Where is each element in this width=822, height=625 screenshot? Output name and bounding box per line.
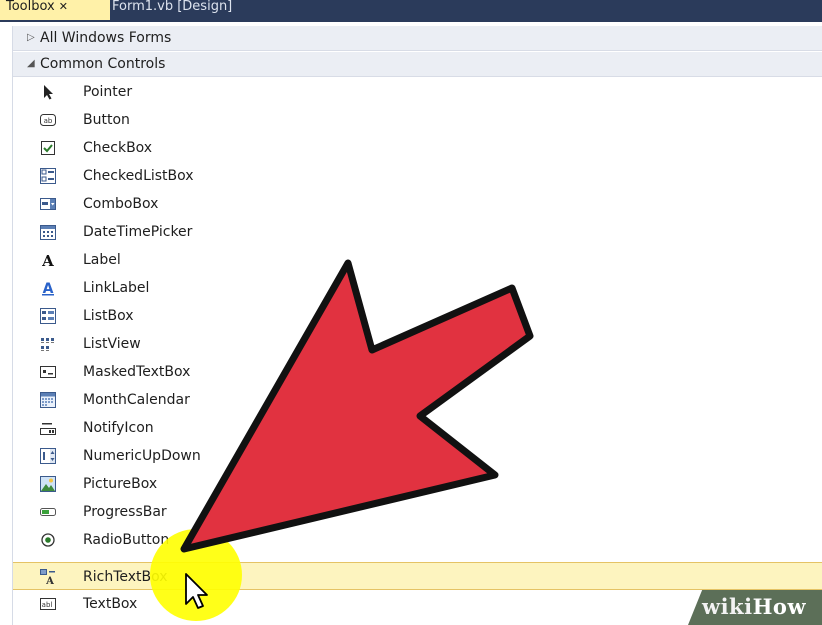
textbox-icon: abl <box>40 598 56 610</box>
numericupdown-icon <box>40 448 56 464</box>
notifyicon-icon <box>40 423 56 435</box>
button-icon: ab <box>40 114 56 126</box>
listbox-icon <box>40 308 56 324</box>
svg-text:A: A <box>45 576 54 585</box>
label-icon: A <box>41 252 54 268</box>
radiobutton-icon <box>41 533 55 547</box>
tab-toolbox[interactable]: Toolbox ✕ <box>0 0 110 20</box>
toolbox-item-richtextbox[interactable]: A RichTextBox <box>13 562 822 590</box>
pointer-icon <box>44 85 53 100</box>
toolbox-item-label: ProgressBar <box>83 504 167 520</box>
group-label: Common Controls <box>40 56 166 72</box>
toolbox-item-label: TextBox <box>83 596 138 612</box>
toolbox-item-label: NumericUpDown <box>83 448 201 464</box>
toolbox-item-label: ComboBox <box>83 196 159 212</box>
svg-text:A: A <box>43 281 54 296</box>
toolbox-item-checkbox[interactable]: CheckBox <box>13 134 822 162</box>
toolbox-item-label: DateTimePicker <box>83 224 193 240</box>
group-common-controls[interactable]: ◢ Common Controls <box>13 52 822 77</box>
toolbox-item-label: RichTextBox <box>83 569 168 585</box>
toolbox-item-button[interactable]: ab Button <box>13 106 822 134</box>
toolbox-item-label: CheckBox <box>83 140 153 156</box>
tab-form1-design-label: Form1.vb [Design] <box>112 0 233 14</box>
expand-triangle-icon[interactable]: ▷ <box>27 26 35 50</box>
toolbox-item-label: Pointer <box>83 84 133 100</box>
svg-text:ab: ab <box>44 117 53 125</box>
toolbox-item-label: Button <box>83 112 130 128</box>
toolbox-item-label: CheckedListBox <box>83 168 194 184</box>
toolbox-item-notifyicon[interactable]: NotifyIcon <box>13 414 822 442</box>
checkedlistbox-icon <box>40 168 56 184</box>
toolbox-item-monthcalendar[interactable]: MonthCalendar <box>13 386 822 414</box>
toolbox-item-label: MaskedTextBox <box>83 364 191 380</box>
toolbox-item-listview[interactable]: ListView <box>13 330 822 358</box>
tab-bar: Toolbox ✕ Form1.vb [Design] <box>0 0 822 22</box>
combobox-icon <box>40 198 56 210</box>
svg-text:A: A <box>41 252 54 268</box>
toolbox-item-datetimepicker[interactable]: DateTimePicker <box>13 218 822 246</box>
toolbox-item-label: Label <box>83 252 121 268</box>
toolbox-item-label: LinkLabel <box>83 280 150 296</box>
richtextbox-icon: A <box>40 569 55 585</box>
toolbox-item-label: NotifyIcon <box>83 420 154 436</box>
monthcalendar-icon <box>40 392 56 408</box>
datetimepicker-icon <box>40 225 56 240</box>
watermark-wiki: wiki <box>702 594 753 619</box>
toolbox-item-combobox[interactable]: ComboBox <box>13 190 822 218</box>
toolbox-item-label-control[interactable]: A Label <box>13 246 822 274</box>
wikihow-watermark: wikiHow <box>702 594 806 619</box>
toolbox-item-pointer[interactable]: Pointer <box>13 78 822 106</box>
picturebox-icon <box>40 476 56 492</box>
group-all-windows-forms[interactable]: ▷ All Windows Forms <box>13 26 822 51</box>
group-label: All Windows Forms <box>40 30 172 46</box>
progressbar-icon <box>40 508 56 516</box>
toolbox-item-label: MonthCalendar <box>83 392 190 408</box>
toolbox-item-picturebox[interactable]: PictureBox <box>13 470 822 498</box>
toolbox-item-progressbar[interactable]: ProgressBar <box>13 498 822 526</box>
tab-toolbox-label: Toolbox <box>6 0 55 14</box>
svg-text:abl: abl <box>42 601 53 609</box>
toolbox-item-label: ListBox <box>83 308 134 324</box>
toolbox-item-linklabel[interactable]: A LinkLabel <box>13 274 822 302</box>
toolbox-item-listbox[interactable]: ListBox <box>13 302 822 330</box>
toolbox-item-label: ListView <box>83 336 141 352</box>
toolbox-item-maskedtextbox[interactable]: MaskedTextBox <box>13 358 822 386</box>
tab-form1-design[interactable]: Form1.vb [Design] <box>106 0 288 20</box>
listview-icon <box>41 338 54 351</box>
toolbox-item-numericupdown[interactable]: NumericUpDown <box>13 442 822 470</box>
toolbox-item-checkedlistbox[interactable]: CheckedListBox <box>13 162 822 190</box>
linklabel-icon: A <box>42 281 54 296</box>
collapse-triangle-icon[interactable]: ◢ <box>27 52 35 76</box>
toolbox-item-label: PictureBox <box>83 476 158 492</box>
checkbox-icon <box>41 141 55 155</box>
toolbox-panel: ▷ All Windows Forms ◢ Common Controls Po… <box>12 26 822 625</box>
maskedtextbox-icon <box>40 366 56 378</box>
toolbox-item-label: RadioButton <box>83 532 170 548</box>
close-icon[interactable]: ✕ <box>59 0 68 13</box>
toolbox-item-radiobutton[interactable]: RadioButton <box>13 526 822 554</box>
watermark-how: How <box>752 594 807 619</box>
